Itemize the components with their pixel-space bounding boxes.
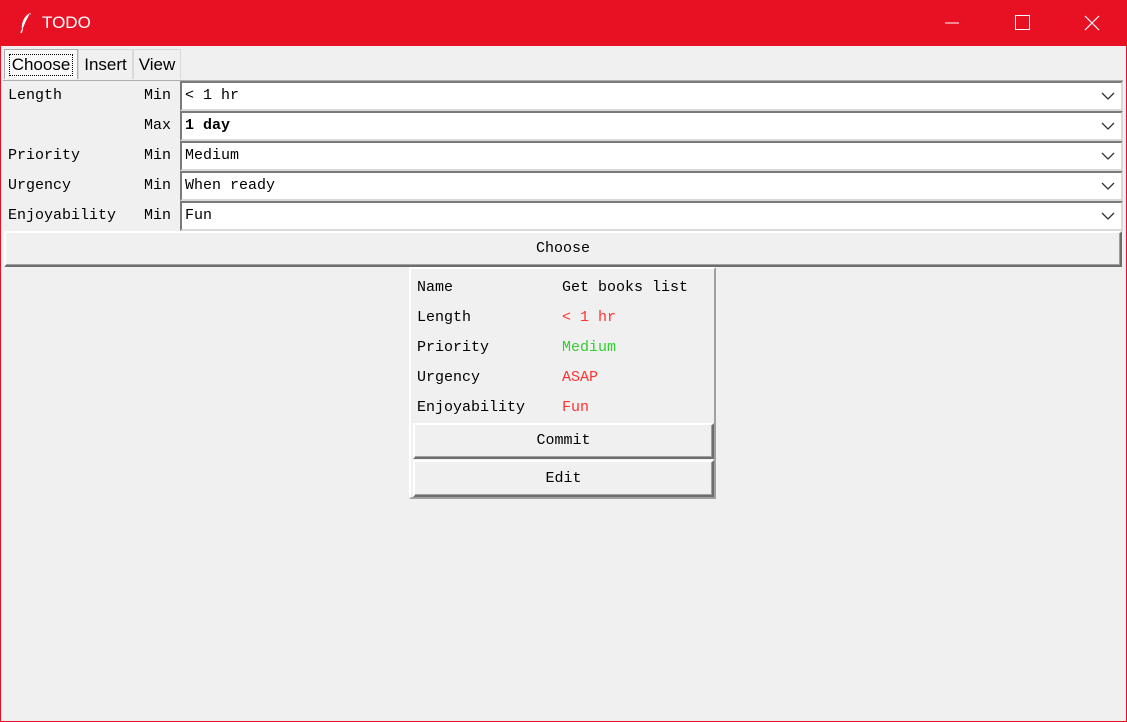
- chevron-down-icon[interactable]: [1101, 210, 1115, 222]
- length-min-select[interactable]: < 1 hr: [180, 81, 1123, 111]
- result-key: Urgency: [417, 369, 481, 386]
- tab-insert[interactable]: Insert: [78, 49, 133, 79]
- priority-min-value: Medium: [185, 147, 240, 164]
- tab-view-label: View: [138, 55, 176, 74]
- enjoyability-min-value: Fun: [185, 207, 213, 224]
- tab-choose-label: Choose: [8, 54, 74, 76]
- enjoyability-label: Enjoyability: [8, 207, 117, 224]
- result-card: Name Get books list Length < 1 hr Priori…: [409, 267, 716, 499]
- app-window: TODO Choose Insert View Length Min < 1 h…: [0, 0, 1127, 722]
- chevron-down-icon[interactable]: [1101, 150, 1115, 162]
- minimize-icon: [945, 22, 959, 24]
- priority-label: Priority: [8, 147, 81, 164]
- title-bar[interactable]: TODO: [1, 0, 1127, 46]
- close-icon: [1084, 15, 1100, 31]
- result-value: Fun: [562, 399, 590, 416]
- enjoyability-min-label: Min: [144, 207, 172, 224]
- close-button[interactable]: [1057, 0, 1127, 46]
- window-title: TODO: [42, 13, 91, 32]
- urgency-min-select[interactable]: When ready: [180, 171, 1123, 201]
- urgency-label: Urgency: [8, 177, 72, 194]
- chevron-down-icon[interactable]: [1101, 120, 1115, 132]
- tab-view[interactable]: View: [133, 49, 181, 79]
- result-value: Medium: [562, 339, 617, 356]
- priority-min-label: Min: [144, 147, 172, 164]
- urgency-min-value: When ready: [185, 177, 276, 194]
- result-key: Name: [417, 279, 454, 296]
- urgency-min-label: Min: [144, 177, 172, 194]
- length-max-select[interactable]: 1 day: [180, 111, 1123, 141]
- result-key: Enjoyability: [417, 399, 526, 416]
- length-max-value: 1 day: [185, 117, 231, 134]
- maximize-icon: [1015, 15, 1030, 30]
- commit-button[interactable]: Commit: [413, 423, 714, 459]
- minimize-button[interactable]: [917, 0, 987, 46]
- length-min-value: < 1 hr: [185, 87, 240, 104]
- length-max-label: Max: [144, 117, 172, 134]
- result-value: < 1 hr: [562, 309, 617, 326]
- length-min-label: Min: [144, 87, 172, 104]
- priority-min-select[interactable]: Medium: [180, 141, 1123, 171]
- result-value: ASAP: [562, 369, 599, 386]
- result-key: Priority: [417, 339, 490, 356]
- result-key: Length: [417, 309, 472, 326]
- choose-button[interactable]: Choose: [4, 231, 1122, 267]
- tab-choose[interactable]: Choose: [4, 49, 78, 79]
- chevron-down-icon[interactable]: [1101, 90, 1115, 102]
- feather-icon: [20, 13, 31, 34]
- tab-insert-label: Insert: [84, 55, 127, 74]
- chevron-down-icon[interactable]: [1101, 180, 1115, 192]
- length-label: Length: [8, 87, 63, 104]
- edit-button[interactable]: Edit: [413, 460, 714, 497]
- result-value: Get books list: [562, 279, 689, 296]
- maximize-button[interactable]: [987, 0, 1057, 46]
- enjoyability-min-select[interactable]: Fun: [180, 201, 1123, 231]
